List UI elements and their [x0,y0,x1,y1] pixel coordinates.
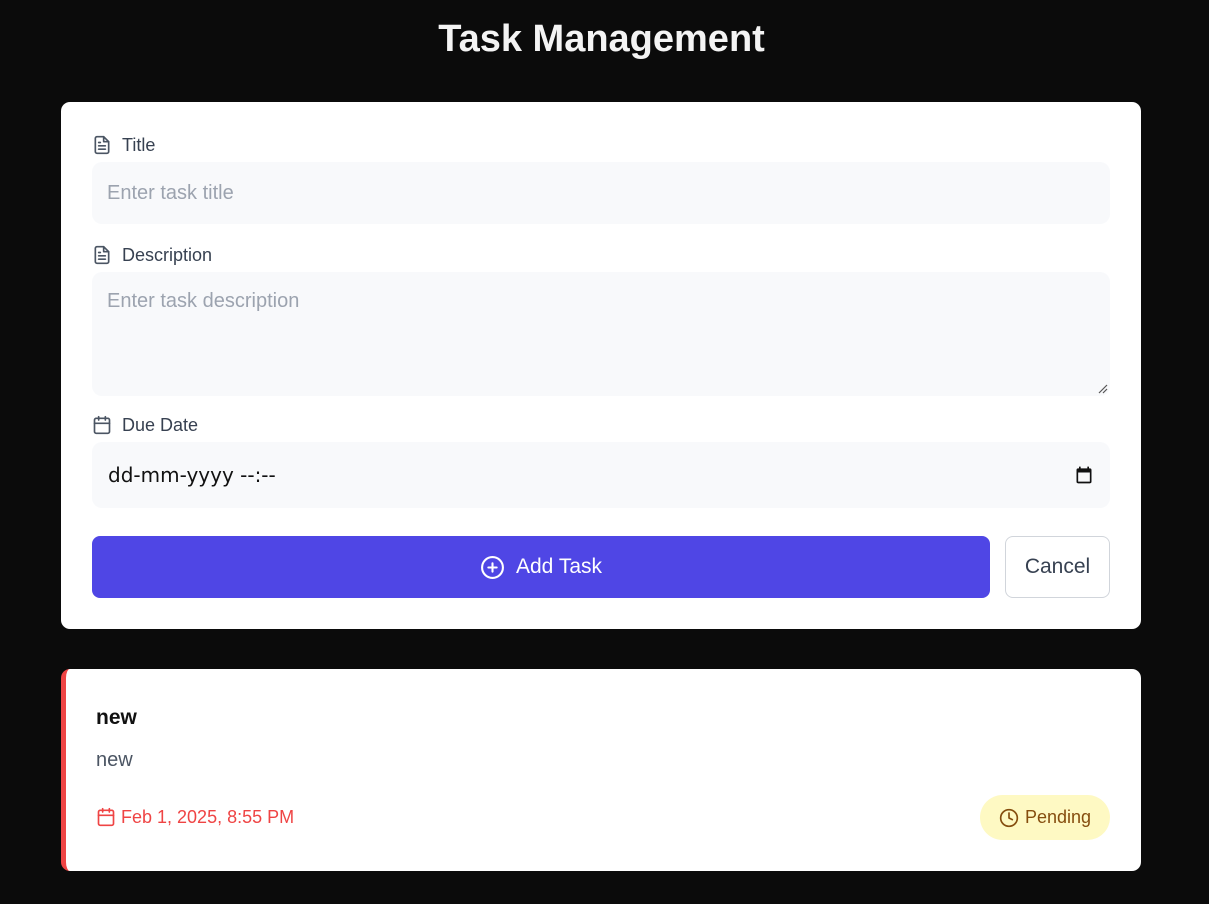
task-card[interactable]: new new Feb 1, 2025, 8:55 PM Pending [61,669,1141,871]
title-placeholder: Enter task title [107,181,234,204]
title-label: Title [92,134,155,156]
due-date-input[interactable]: dd-mm-yyyy --:-- [92,442,1110,508]
page-title: Task Management [438,18,765,60]
add-task-button[interactable]: Add Task [92,536,990,598]
description-textarea[interactable]: Enter task description [92,272,1110,396]
status-text: Pending [1024,807,1092,827]
task-due-text: Feb 1, 2025, 8:55 PM [121,806,295,827]
plus-circle-icon [481,555,504,579]
add-task-label: Add Task [516,555,602,578]
calendar-icon [93,415,111,435]
cancel-label: Cancel [1024,555,1091,578]
calendar-icon[interactable] [1074,465,1094,485]
task-title: new [96,706,137,729]
description-label-text: Description [122,244,213,265]
file-text-icon [94,135,110,155]
resize-grip-icon[interactable] [1096,382,1108,394]
description-placeholder: Enter task description [107,290,300,312]
task-description: new [96,749,133,771]
due-date-label: Due Date [92,414,198,436]
task-due-date: Feb 1, 2025, 8:55 PM [96,805,294,829]
due-date-label-text: Due Date [122,414,199,435]
title-label-text: Title [122,134,156,155]
cancel-button[interactable]: Cancel [1005,536,1110,598]
file-text-icon [94,245,110,265]
title-input[interactable]: Enter task title [92,162,1110,224]
status-badge[interactable]: Pending [980,795,1110,840]
clock-icon [999,808,1019,827]
description-label: Description [92,244,212,266]
task-form: Title Enter task title Description Enter… [61,102,1141,629]
calendar-icon [97,807,115,827]
due-date-value: dd-mm-yyyy --:-- [108,463,276,487]
